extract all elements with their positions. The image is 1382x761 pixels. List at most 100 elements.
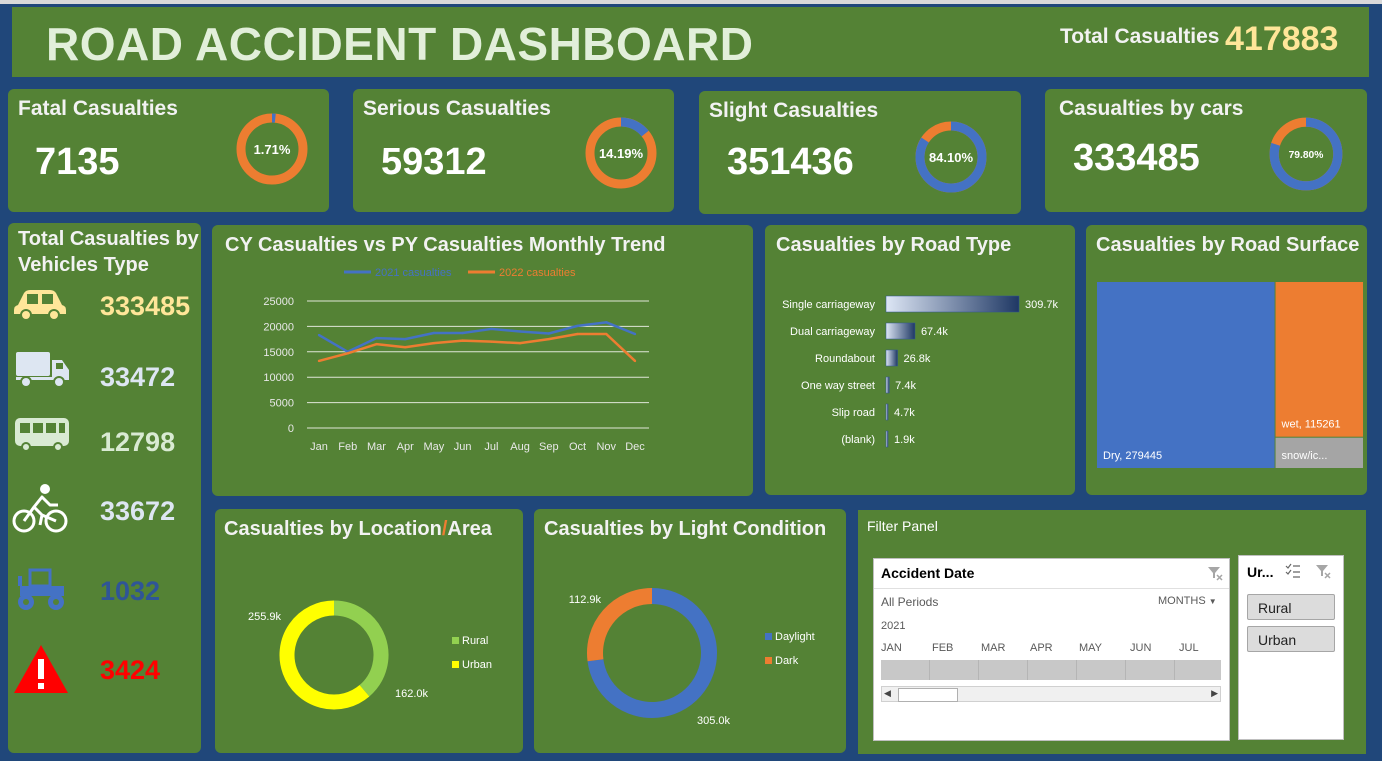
category-label: One way street — [801, 380, 875, 392]
data-point — [461, 331, 464, 335]
light-title: Casualties by Light Condition — [544, 518, 827, 540]
x-tick-label: Sep — [539, 441, 559, 453]
month-label[interactable]: JUN — [1130, 642, 1151, 654]
slicer-item-urban[interactable]: Urban — [1247, 626, 1335, 652]
x-tick-label: Dec — [625, 441, 645, 453]
scrollbar-thumb[interactable] — [898, 688, 958, 702]
kpi-title: Casualties by cars — [1059, 97, 1244, 120]
kpi-percent: 84.10% — [929, 150, 974, 165]
vehicle-row-bus: 12798 — [8, 415, 201, 475]
y-tick-label: 20000 — [263, 321, 294, 333]
data-label: 305.0k — [697, 715, 731, 727]
scroll-left-icon[interactable]: ◀ — [884, 688, 891, 699]
x-tick-label: Feb — [338, 441, 357, 453]
page-title: ROAD ACCIDENT DASHBOARD — [46, 18, 754, 70]
data-point — [432, 331, 436, 335]
accident-date-timeline[interactable]: Accident Date All Periods MONTHS ▼ 2021 … — [873, 558, 1230, 741]
month-label[interactable]: MAY — [1079, 642, 1102, 654]
month-label[interactable]: MAR — [981, 642, 1005, 654]
location-panel: Casualties by Location/Area 162.0k 255.9k… — [215, 509, 523, 753]
data-point — [375, 336, 378, 340]
legend-swatch — [452, 661, 459, 668]
data-label: 4.7k — [894, 407, 915, 419]
legend-label: 2022 casualties — [499, 267, 576, 279]
data-point — [432, 341, 436, 345]
urban-rural-slicer[interactable]: Ur... Rural Urban — [1238, 555, 1344, 740]
light-panel: Casualties by Light Condition 305.0k 112.… — [534, 509, 846, 753]
kpi-donut: 1.71% — [236, 113, 308, 185]
spreadsheet-header-strip — [0, 0, 1382, 4]
legend-label: 2021 casualties — [375, 267, 452, 279]
total-casualties-value: 417883 — [1225, 20, 1339, 58]
x-tick-label: May — [424, 441, 445, 453]
donut-segment — [333, 600, 389, 697]
kpi-value: 333485 — [1073, 137, 1200, 179]
data-point — [605, 321, 608, 324]
data-point — [605, 332, 608, 336]
y-tick-label: 25000 — [263, 296, 294, 308]
location-title-part1: Casualties by Location — [224, 518, 442, 540]
y-tick-label: 5000 — [270, 398, 294, 410]
category-label: (blank) — [841, 434, 875, 446]
donut-segment — [279, 600, 370, 710]
clear-filter-icon[interactable] — [1207, 565, 1223, 581]
data-point — [346, 352, 349, 355]
kpi-title: Slight Casualties — [709, 99, 879, 122]
month-label[interactable]: JUL — [1179, 642, 1199, 654]
donut-segment — [587, 588, 653, 662]
x-tick-label: Jun — [454, 441, 472, 453]
data-label: 1.9k — [894, 434, 915, 446]
timeline-level-dropdown[interactable]: MONTHS ▼ — [1158, 595, 1217, 607]
bar — [885, 430, 889, 448]
treemap-tile — [1275, 282, 1363, 437]
month-label[interactable]: FEB — [932, 642, 953, 654]
kpi-card-cars: Casualties by cars 333485 79.80% — [1045, 89, 1367, 212]
chevron-down-icon: ▼ — [1208, 597, 1217, 606]
vehicle-row-other: 3424 — [8, 643, 201, 703]
kpi-card-serious: Serious Casualties 59312 14.19% — [353, 89, 674, 212]
location-donut-chart: 162.0k 255.9k Rural Urban — [248, 600, 492, 710]
kpi-card-fatal: Fatal Casualties 7135 1.71% — [8, 89, 329, 212]
category-label: Roundabout — [815, 353, 875, 365]
kpi-title: Fatal Casualties — [18, 97, 178, 120]
data-point — [403, 346, 407, 349]
legend-swatch — [765, 657, 772, 664]
x-tick-label: Mar — [367, 441, 386, 453]
vehicle-value: 1032 — [100, 576, 161, 606]
kpi-title: Serious Casualties — [363, 97, 551, 120]
month-label[interactable]: JAN — [881, 642, 902, 654]
data-point — [317, 359, 321, 363]
clear-filter-icon[interactable] — [1315, 563, 1331, 579]
bicycle-icon — [12, 484, 68, 533]
x-tick-label: Aug — [510, 441, 530, 453]
location-title: Casualties by Location/Area — [224, 518, 492, 541]
timeline-scrollbar[interactable]: ◀ ▶ — [881, 686, 1221, 702]
vehicle-value: 33672 — [100, 496, 176, 526]
bar — [885, 295, 1020, 313]
kpi-value: 59312 — [381, 141, 487, 183]
slicer-item-rural[interactable]: Rural — [1247, 594, 1335, 620]
road-surface-treemap: Dry, 279445 wet, 115261 snow/ic... — [1097, 282, 1363, 468]
scroll-right-icon[interactable]: ▶ — [1211, 688, 1218, 699]
filter-panel-title: Filter Panel — [867, 518, 938, 534]
category-label: Slip road — [832, 407, 875, 419]
vehicle-value: 3424 — [100, 655, 161, 685]
legend-label: Rural — [462, 635, 488, 647]
kpi-percent: 1.71% — [254, 142, 291, 157]
month-label[interactable]: APR — [1030, 642, 1053, 654]
legend-label: Daylight — [775, 631, 815, 643]
tractor-icon — [18, 568, 64, 610]
data-label: 67.4k — [921, 326, 948, 338]
car-icon — [14, 290, 66, 321]
light-donut-chart: 305.0k 112.9k Daylight Dark — [569, 588, 815, 727]
legend-swatch — [765, 633, 772, 640]
timeline-selection-bar[interactable] — [881, 660, 1221, 680]
x-tick-label: Nov — [596, 441, 616, 453]
series-line — [318, 332, 636, 363]
bar — [885, 349, 898, 367]
truck-icon — [16, 352, 69, 388]
treemap-label: Dry, 279445 — [1103, 450, 1162, 462]
data-point — [490, 327, 493, 331]
multi-select-icon[interactable] — [1285, 563, 1301, 579]
road-surface-title: Casualties by Road Surface — [1096, 234, 1360, 256]
